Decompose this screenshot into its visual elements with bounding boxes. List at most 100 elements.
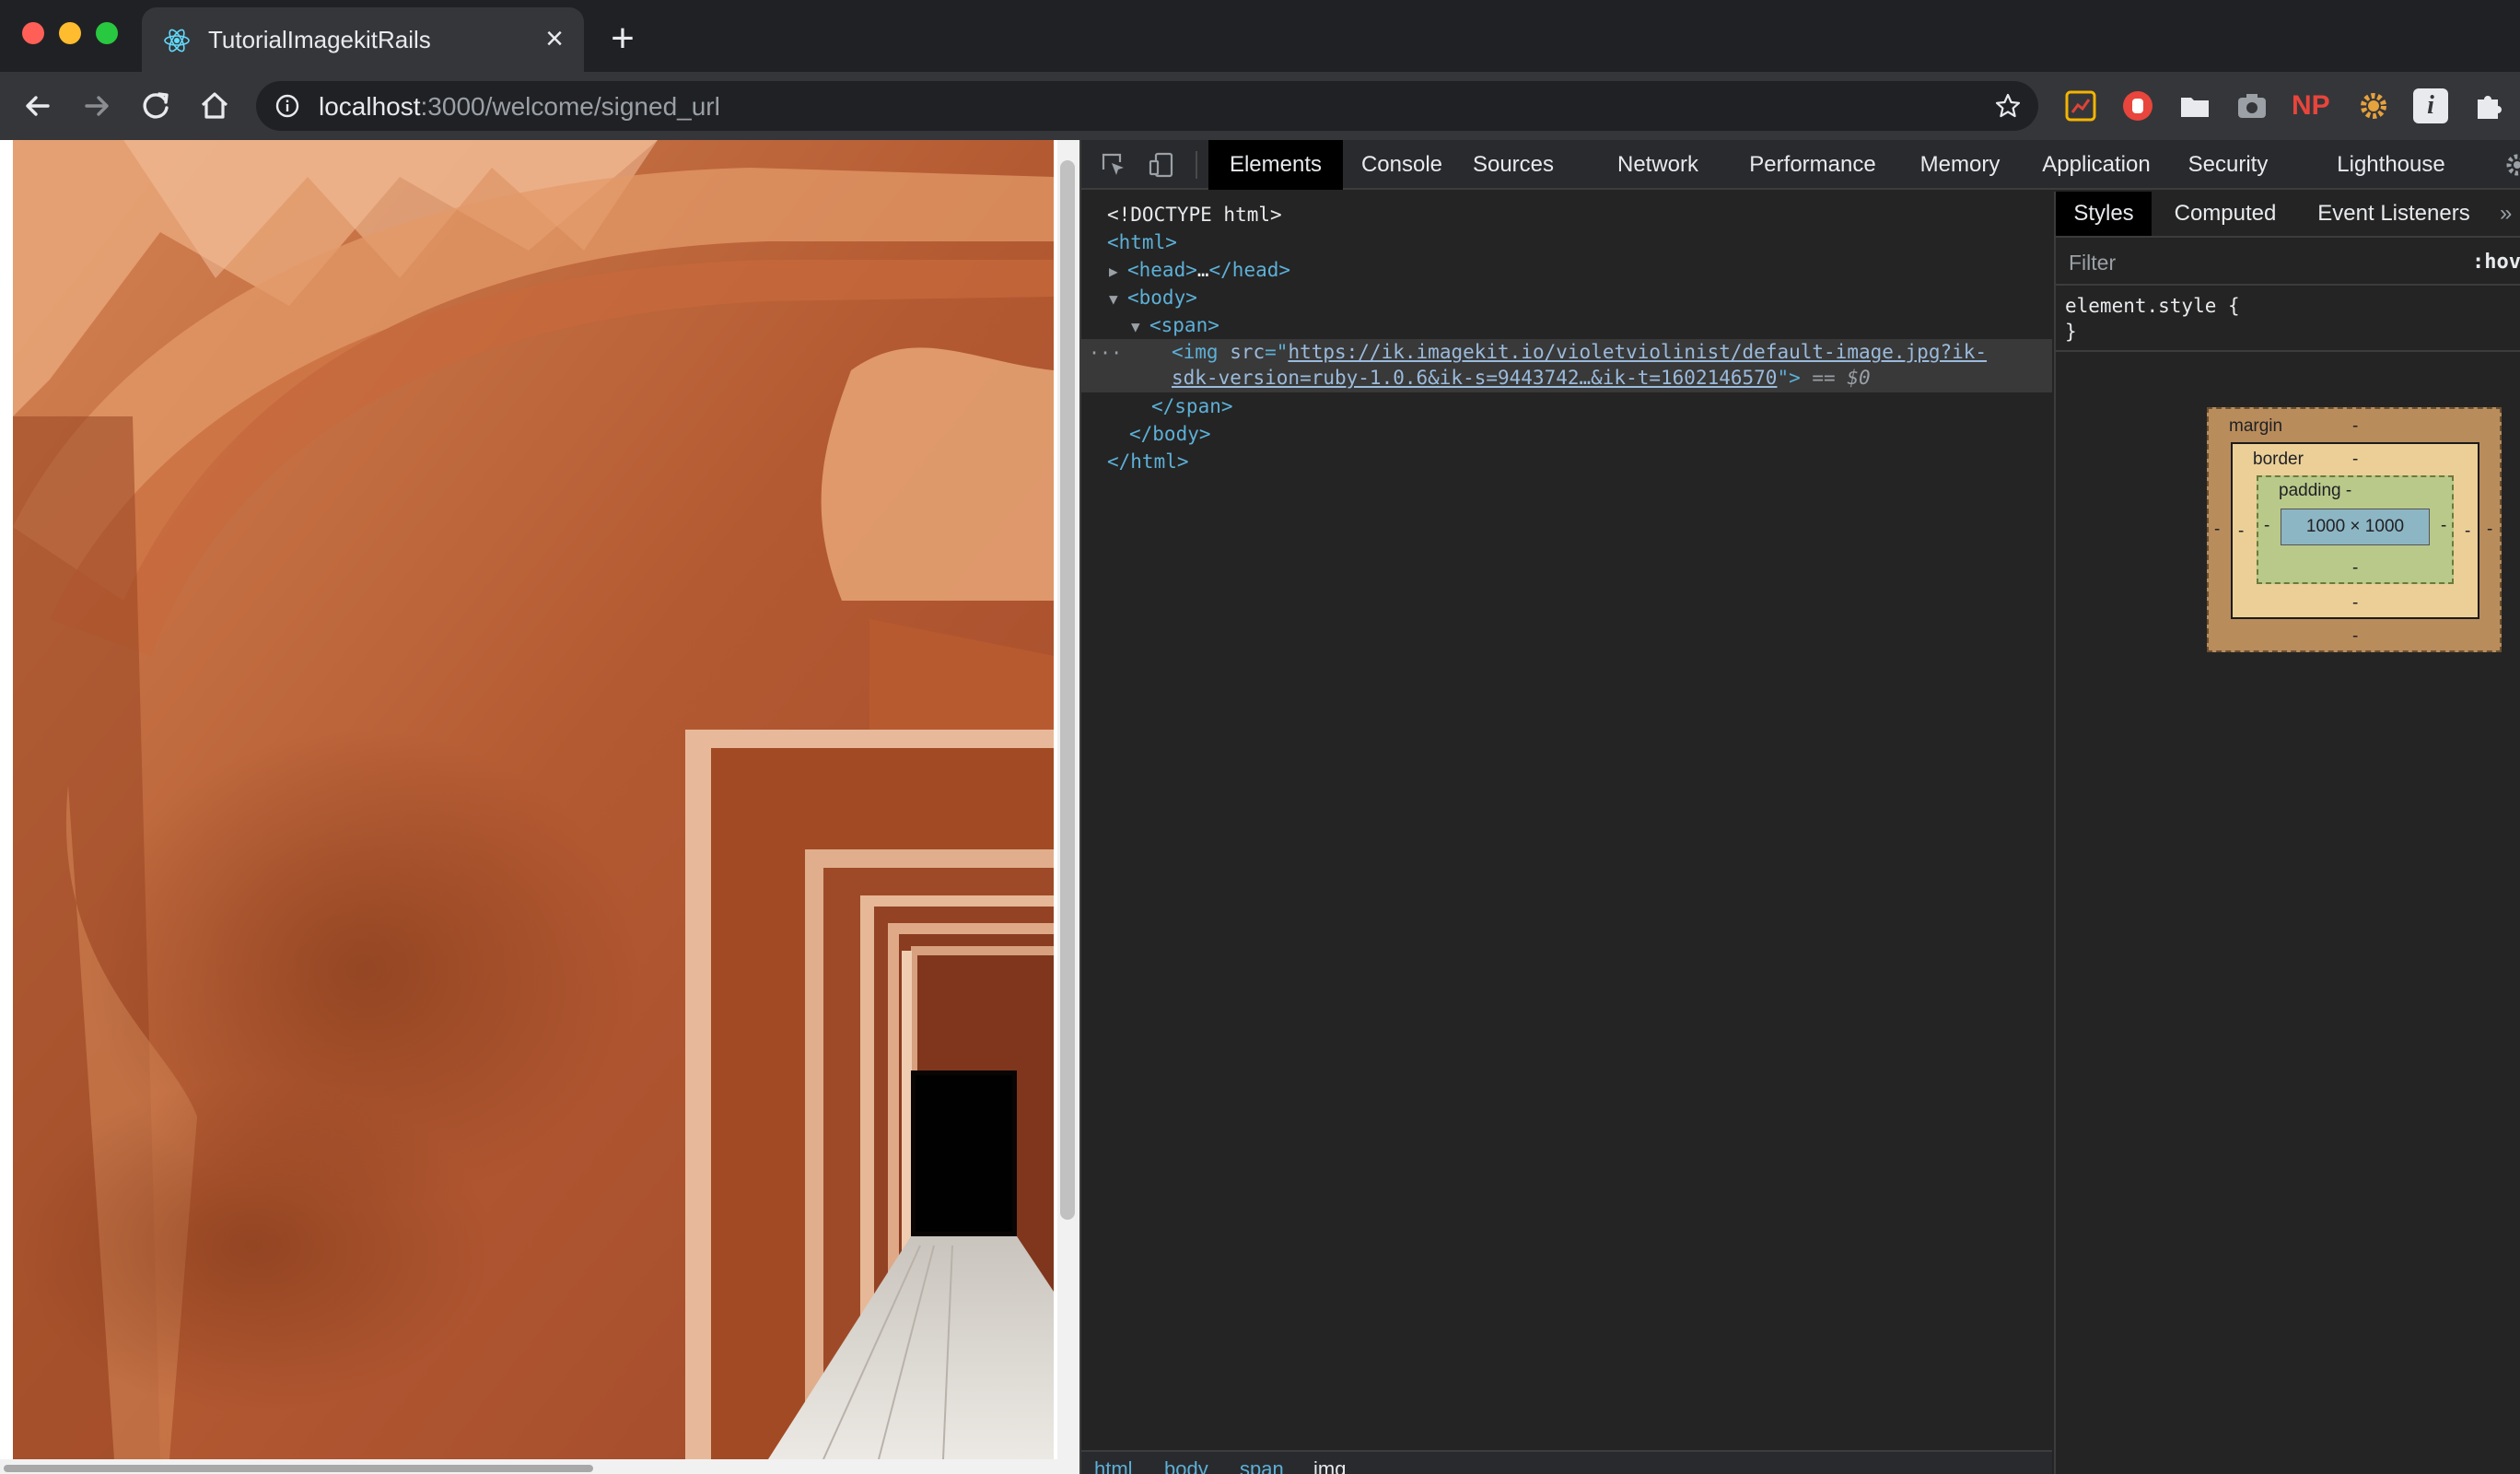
tab-application[interactable]: Application <box>2036 140 2157 190</box>
tab-sources[interactable]: Sources <box>1463 140 1564 190</box>
box-model-content[interactable]: 1000 × 1000 <box>2281 509 2430 545</box>
more-tabs-icon[interactable]: » <box>2500 201 2512 227</box>
img-attr-eq: =" <box>1265 341 1289 363</box>
doctype-text: <!DOCTYPE html> <box>1107 204 1282 226</box>
breadcrumb: html body span img <box>1081 1450 2052 1474</box>
reload-icon[interactable] <box>136 87 175 125</box>
new-tab-button[interactable]: + <box>602 18 643 61</box>
dom-line-span[interactable]: ▼ <span> <box>1081 311 2052 339</box>
tab-strip: TutorialImagekitRails × + <box>0 0 2520 72</box>
dom-line-html-close[interactable]: </html> <box>1081 448 2052 475</box>
html-close-tag: </html> <box>1107 450 1189 473</box>
home-icon[interactable] <box>195 87 234 125</box>
devtools-tabbar: Elements Console Sources Network Perform… <box>1081 140 2520 190</box>
hover-state-toggle[interactable]: :hov <box>2472 251 2520 274</box>
dom-line-body[interactable]: ▼ <body> <box>1081 284 2052 311</box>
head-close-tag: </head> <box>1208 259 1291 281</box>
styles-sidebar: Styles Computed Event Listeners » Filter… <box>2054 192 2520 1474</box>
maximize-window-button[interactable] <box>96 22 118 44</box>
span-close-tag: </span> <box>1151 395 1233 417</box>
tab-lighthouse[interactable]: Lighthouse <box>2327 140 2456 190</box>
settings-gear-icon[interactable] <box>2503 151 2520 179</box>
dom-tree: <!DOCTYPE html> <html> ▶ <head>…</head> ▼… <box>1081 192 2052 1450</box>
margin-bottom-value: - <box>2352 626 2359 646</box>
body-open-tag: <body> <box>1127 287 1197 309</box>
img-close-tag: "> <box>1777 367 1801 389</box>
gear-extension-icon[interactable] <box>2356 88 2391 123</box>
np-extension-icon[interactable]: NP <box>2292 88 2330 123</box>
tab-network[interactable]: Network <box>1608 140 1708 190</box>
tabbar-divider <box>1196 151 1197 179</box>
close-tab-icon[interactable]: × <box>538 22 571 55</box>
tab-performance[interactable]: Performance <box>1739 140 1886 190</box>
padding-label: padding - <box>2279 481 2352 500</box>
dom-line-head[interactable]: ▶ <head>…</head> <box>1081 256 2052 284</box>
page-image[interactable] <box>13 140 1054 1459</box>
camera-extension-icon[interactable] <box>2234 88 2269 123</box>
site-info-icon[interactable] <box>274 93 300 119</box>
box-model-padding[interactable]: padding - - - - 1000 × 1000 <box>2257 475 2454 584</box>
page-viewport <box>0 140 1079 1474</box>
box-model-margin[interactable]: margin - - - - border - - - - padding - … <box>2207 407 2502 652</box>
selected-node-marker: == $0 <box>1800 367 1871 389</box>
back-icon[interactable] <box>18 87 57 125</box>
tab-event-listeners[interactable]: Event Listeners <box>2299 192 2489 236</box>
border-bottom-value: - <box>2352 593 2359 613</box>
padding-bottom-value: - <box>2352 558 2359 578</box>
collapse-body-icon[interactable]: ▼ <box>1109 286 1127 313</box>
margin-left-value: - <box>2214 520 2221 539</box>
address-bar[interactable]: localhost:3000/welcome/signed_url <box>256 81 2038 131</box>
dom-line-img-selected[interactable]: ··· <img src="https://ik.imagekit.io/vio… <box>1081 339 2052 392</box>
head-open-tag: <head> <box>1127 259 1197 281</box>
expand-head-icon[interactable]: ▶ <box>1109 258 1127 286</box>
tab-console[interactable]: Console <box>1350 140 1453 190</box>
vertical-scrollbar-thumb[interactable] <box>1060 160 1075 1220</box>
html-open-tag: <html> <box>1107 231 1177 253</box>
padding-left-value: - <box>2264 516 2270 535</box>
browser-toolbar: localhost:3000/welcome/signed_url NP i <box>0 72 2520 140</box>
horizontal-scrollbar-thumb[interactable] <box>4 1465 593 1472</box>
red-extension-icon[interactable] <box>2120 88 2155 123</box>
puzzle-icon[interactable] <box>2472 88 2507 123</box>
chart-extension-icon[interactable] <box>2063 88 2098 123</box>
tab-title: TutorialImagekitRails <box>208 26 431 53</box>
border-label: border <box>2253 450 2304 469</box>
styles-tabbar: Styles Computed Event Listeners » <box>2056 192 2520 238</box>
inspect-element-icon[interactable] <box>1100 151 1127 179</box>
dom-line-span-close[interactable]: </span> <box>1081 392 2052 420</box>
tab-memory[interactable]: Memory <box>1910 140 2010 190</box>
img-src-attr: src <box>1230 341 1266 363</box>
folder-extension-icon[interactable] <box>2177 88 2212 123</box>
bookmark-star-icon[interactable] <box>1994 92 2022 120</box>
url-path: :3000/welcome/signed_url <box>420 92 720 121</box>
tab-computed[interactable]: Computed <box>2159 192 2292 236</box>
device-toolbar-icon[interactable] <box>1148 151 1175 179</box>
dom-line-body-close[interactable]: </body> <box>1081 420 2052 448</box>
dom-line-doctype[interactable]: <!DOCTYPE html> <box>1081 201 2052 228</box>
border-right-value: - <box>2465 521 2471 541</box>
img-src-link[interactable]: https://ik.imagekit.io/violetviolinist/d… <box>1288 341 1987 363</box>
minimize-window-button[interactable] <box>59 22 81 44</box>
dom-line-html[interactable]: <html> <box>1081 228 2052 256</box>
forward-icon[interactable] <box>77 87 116 125</box>
breadcrumb-img[interactable]: img <box>1313 1457 1346 1474</box>
span-open-tag: <span> <box>1149 314 1219 336</box>
styles-filter-input[interactable]: Filter :hov <box>2056 240 2520 286</box>
info-extension-icon[interactable]: i <box>2413 88 2448 123</box>
browser-tab[interactable]: TutorialImagekitRails × <box>142 7 584 72</box>
breadcrumb-span[interactable]: span <box>1240 1457 1284 1474</box>
tab-security[interactable]: Security <box>2179 140 2277 190</box>
filter-placeholder: Filter <box>2069 251 2117 275</box>
img-src-link-cont[interactable]: sdk-version=ruby-1.0.6&ik-s=9443742…&ik-… <box>1172 367 1777 389</box>
close-window-button[interactable] <box>22 22 44 44</box>
tab-styles[interactable]: Styles <box>2056 192 2152 236</box>
collapse-span-icon[interactable]: ▼ <box>1131 313 1149 341</box>
element-style-rule[interactable]: element.style { } <box>2056 287 2520 352</box>
breadcrumb-html[interactable]: html <box>1094 1457 1133 1474</box>
react-icon <box>164 29 190 53</box>
box-model-border[interactable]: border - - - - padding - - - - 1000 × 10… <box>2231 442 2479 619</box>
tab-elements[interactable]: Elements <box>1208 140 1343 190</box>
url-text: localhost:3000/welcome/signed_url <box>319 92 720 122</box>
breadcrumb-body[interactable]: body <box>1164 1457 1208 1474</box>
node-menu-dots[interactable]: ··· <box>1089 339 1122 367</box>
